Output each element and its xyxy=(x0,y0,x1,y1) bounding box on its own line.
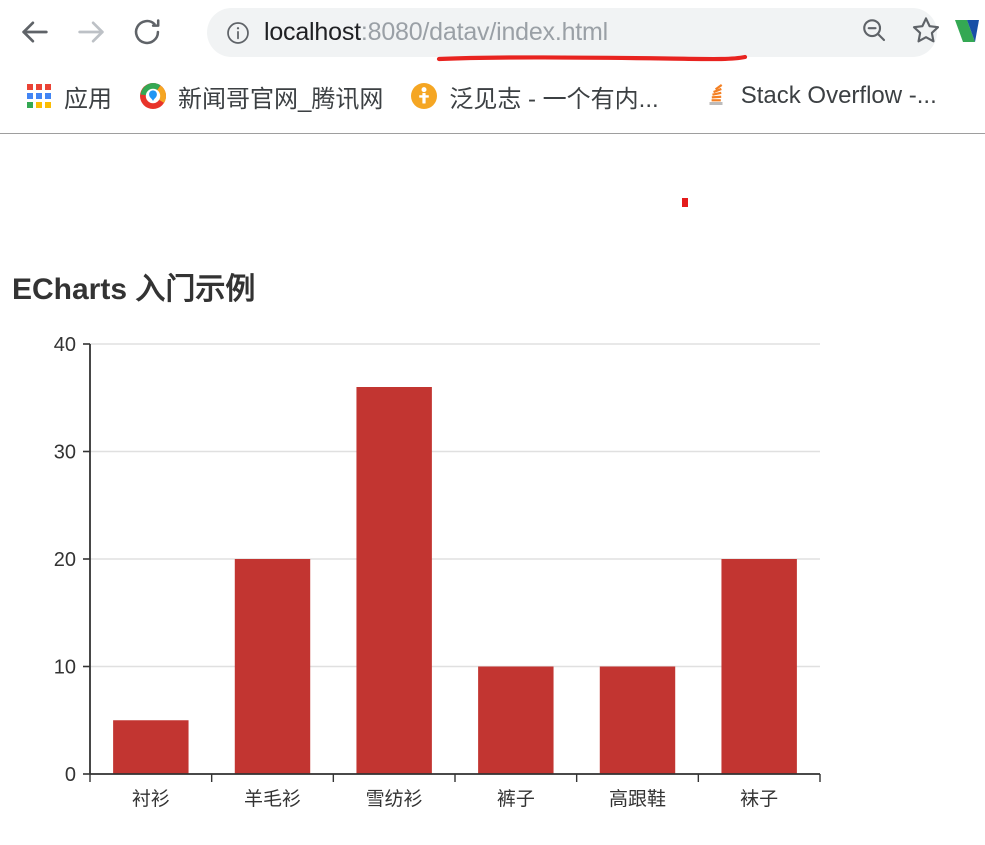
bar[interactable] xyxy=(113,720,188,774)
red-dot-annotation xyxy=(682,198,688,207)
bar[interactable] xyxy=(600,667,675,775)
fanjian-icon xyxy=(410,82,438,110)
zoom-out-button[interactable] xyxy=(851,9,897,55)
browser-chrome: localhost:8080/datav/index.html xyxy=(0,0,985,128)
bookmark-star-button[interactable] xyxy=(903,9,949,55)
bar[interactable] xyxy=(356,387,431,774)
back-button[interactable] xyxy=(13,10,57,54)
tencent-news-icon xyxy=(139,82,167,110)
star-icon xyxy=(910,14,942,51)
y-axis-tick-label: 10 xyxy=(54,657,76,679)
bookmark-label: 应用 xyxy=(64,79,112,114)
extension-icon-glyph xyxy=(951,39,985,52)
forward-button[interactable] xyxy=(69,10,113,54)
back-arrow-icon xyxy=(18,15,52,49)
bookmark-item-tencent-news[interactable]: 新闻哥官网_腾讯网 xyxy=(130,74,392,118)
y-axis-tick-label: 30 xyxy=(54,442,76,464)
y-axis-tick-label: 0 xyxy=(65,764,76,786)
page-title: ECharts 入门示例 xyxy=(12,264,255,308)
address-bar[interactable]: localhost:8080/datav/index.html xyxy=(207,8,937,57)
page-content: ECharts 入门示例 0 10 20 30 40 衬衫 羊毛衫 雪纺衫 裤子 高跟鞋 袜子 xyxy=(0,134,985,845)
x-axis-tick-label: 衬衫 xyxy=(132,788,170,810)
bookmarks-bar: 应用 新闻哥官网_腾讯网 xyxy=(0,64,985,128)
x-axis-tick-label: 高跟鞋 xyxy=(609,788,666,810)
forward-arrow-icon xyxy=(74,15,108,49)
stackoverflow-icon xyxy=(702,82,730,110)
reload-button[interactable] xyxy=(125,10,169,54)
browser-toolbar: localhost:8080/datav/index.html xyxy=(0,0,985,64)
y-axis-tick-label: 20 xyxy=(54,549,76,571)
apps-grid-icon xyxy=(25,82,53,110)
extension-button[interactable] xyxy=(951,12,985,52)
url-path: :8080/datav/index.html xyxy=(361,18,608,46)
x-axis-tick-label: 裤子 xyxy=(497,788,535,810)
x-axis-tick-label: 雪纺衫 xyxy=(366,788,423,810)
url-host: localhost xyxy=(264,18,361,46)
x-axis-tick-label: 羊毛衫 xyxy=(244,788,301,810)
bookmark-item-fanjian[interactable]: 泛见志 - 一个有内... xyxy=(401,74,667,118)
bookmark-label: 新闻哥官网_腾讯网 xyxy=(178,79,383,114)
bookmark-item-stackoverflow[interactable]: Stack Overflow -... xyxy=(693,74,946,118)
bookmark-label: 泛见志 - 一个有内... xyxy=(449,79,658,114)
bar[interactable] xyxy=(721,559,796,774)
bookmark-item-apps[interactable]: 应用 xyxy=(16,74,121,118)
bar[interactable] xyxy=(235,559,310,774)
bar-chart[interactable]: 0 10 20 30 40 衬衫 羊毛衫 雪纺衫 裤子 高跟鞋 袜子 xyxy=(0,324,900,824)
url-text: localhost:8080/datav/index.html xyxy=(264,18,608,47)
bookmark-label: Stack Overflow -... xyxy=(741,82,937,110)
chart-canvas: 0 10 20 30 40 衬衫 羊毛衫 雪纺衫 裤子 高跟鞋 袜子 xyxy=(0,324,900,824)
bar[interactable] xyxy=(478,667,553,775)
x-axis-tick-label: 袜子 xyxy=(740,788,778,810)
zoom-out-icon xyxy=(859,15,889,50)
info-circle-icon[interactable] xyxy=(225,20,251,46)
reload-icon xyxy=(131,16,163,48)
y-axis-tick-label: 40 xyxy=(54,334,76,356)
